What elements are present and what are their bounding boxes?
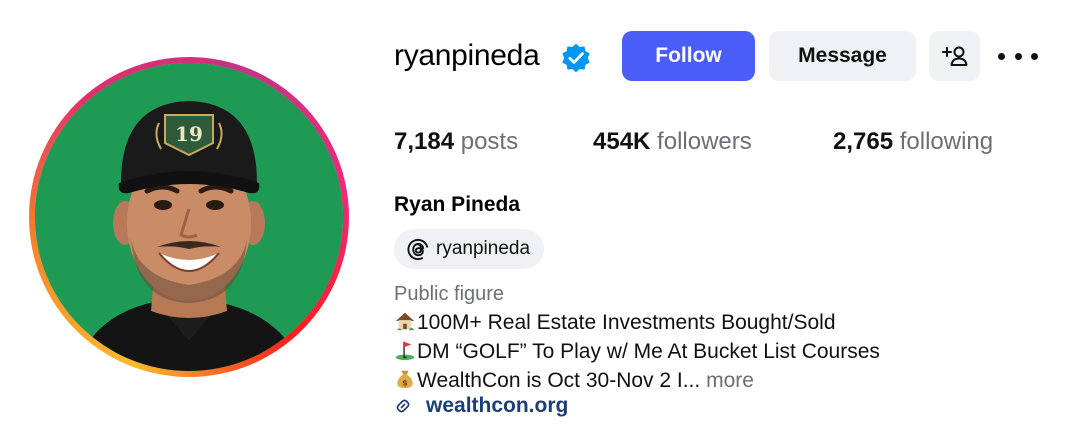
posts-count: 7,184 [394, 128, 455, 155]
verified-badge-icon [562, 43, 590, 73]
more-options-button[interactable] [998, 43, 1038, 69]
following-stat[interactable]: 2,765 following [833, 126, 993, 158]
bio-line-3-text: WealthCon is Oct 30-Nov 2 I... [417, 369, 701, 392]
add-user-icon [941, 46, 967, 66]
avatar-photo: 19 [35, 63, 343, 371]
link-icon [396, 399, 410, 413]
svg-text:$: $ [402, 377, 408, 387]
followers-stat[interactable]: 454K followers [593, 126, 752, 158]
external-link-text: wealthcon.org [426, 394, 569, 417]
profile-username: ryanpineda [394, 39, 540, 72]
posts-label: posts [460, 128, 519, 155]
threads-handle: ryanpineda [436, 238, 531, 259]
bio-line: $ WealthCon is Oct 30-Nov 2 I... more [394, 366, 754, 395]
follow-button[interactable]: Follow [622, 31, 755, 81]
bio-line-1-text: 100M+ Real Estate Investments Bought/Sol… [417, 311, 836, 334]
bio-line: 100M+ Real Estate Investments Bought/Sol… [394, 308, 836, 337]
more-dot-icon [998, 52, 1005, 60]
followers-label: followers [657, 128, 752, 155]
story-ring[interactable]: 19 [29, 57, 349, 377]
threads-icon [407, 238, 429, 261]
message-button[interactable]: Message [769, 31, 916, 81]
cap-emblem-text: 19 [175, 122, 203, 146]
bio-line: DM “GOLF” To Play w/ Me At Bucket List C… [394, 337, 880, 366]
avatar[interactable]: 19 [35, 63, 343, 371]
posts-stat: 7,184 posts [394, 126, 518, 158]
golf-flag-emoji-icon [395, 341, 415, 361]
profile-page: 19 ryanpineda Follow Message 7,184 posts… [0, 0, 1080, 431]
profile-category: Public figure [394, 283, 505, 305]
bio-line-2-text: DM “GOLF” To Play w/ Me At Bucket List C… [417, 340, 880, 363]
following-label: following [899, 128, 994, 155]
external-link[interactable]: wealthcon.org [394, 394, 568, 418]
more-dot-icon [1031, 52, 1038, 60]
following-count: 2,765 [833, 128, 894, 155]
bio-more-link[interactable]: more [706, 369, 754, 392]
house-emoji-icon [395, 312, 415, 331]
threads-badge[interactable]: ryanpineda [394, 229, 545, 269]
followers-count: 454K [593, 128, 651, 155]
suggest-users-button[interactable] [929, 31, 980, 81]
profile-full-name: Ryan Pineda [394, 193, 521, 216]
money-bag-emoji-icon: $ [397, 370, 413, 389]
more-dot-icon [1014, 52, 1022, 60]
